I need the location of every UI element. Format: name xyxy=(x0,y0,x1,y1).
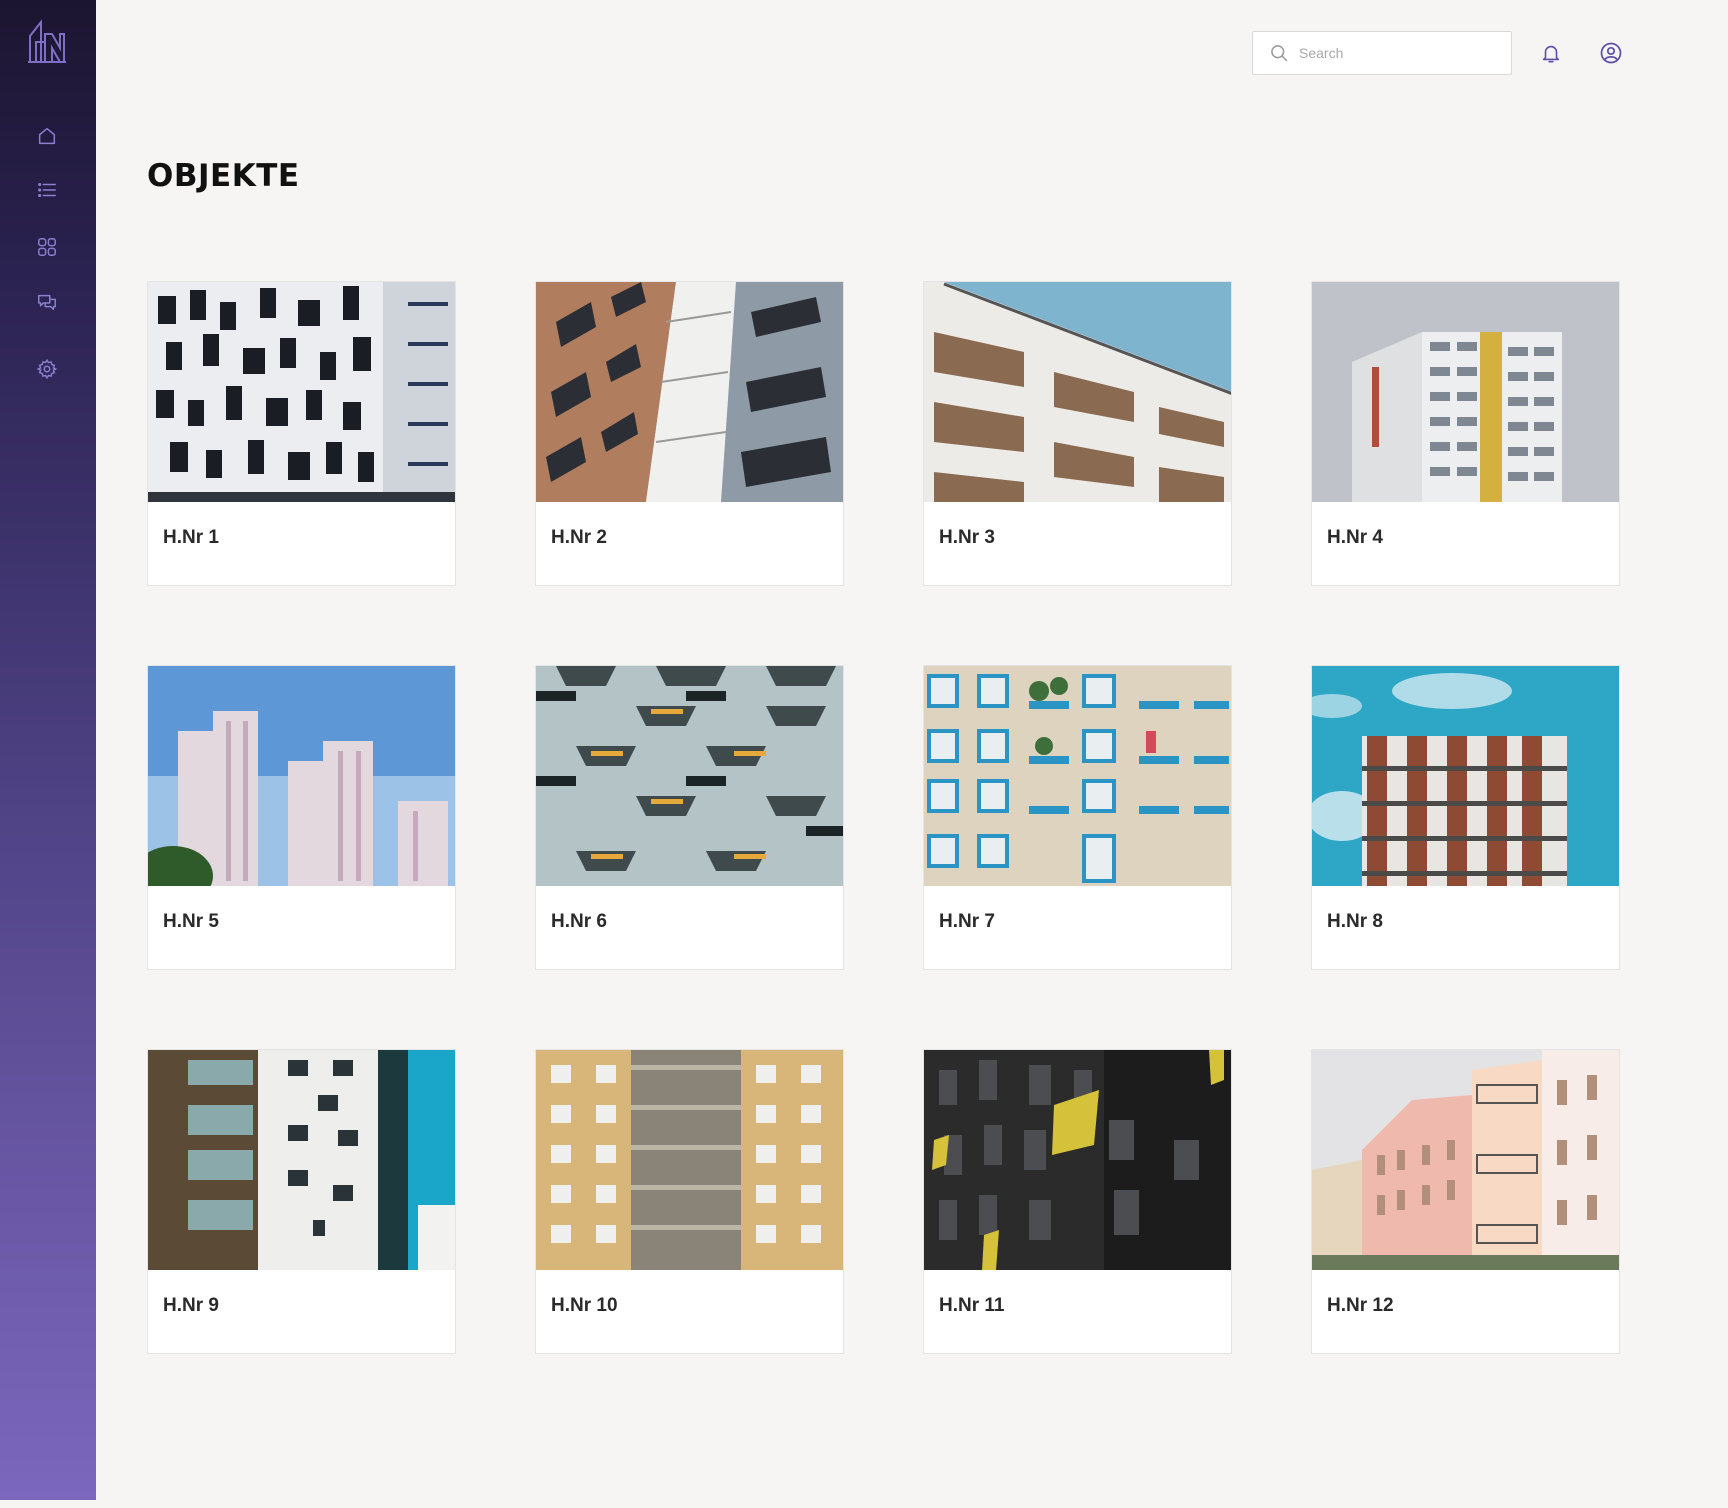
object-label: H.Nr 5 xyxy=(163,911,219,932)
sidebar-item-messages[interactable] xyxy=(34,290,60,316)
building-photo xyxy=(148,282,455,502)
sidebar xyxy=(0,0,96,1500)
search-icon xyxy=(1271,45,1288,62)
object-label: H.Nr 12 xyxy=(1327,1295,1394,1316)
list-icon xyxy=(38,182,56,198)
building-photo xyxy=(536,282,843,502)
gear-icon xyxy=(36,358,58,380)
building-photo xyxy=(148,1050,455,1270)
search-input[interactable] xyxy=(1299,45,1499,61)
object-card[interactable]: H.Nr 8 xyxy=(1311,665,1620,970)
object-label: H.Nr 4 xyxy=(1327,527,1383,548)
sidebar-item-list[interactable] xyxy=(34,177,60,203)
object-card[interactable]: H.Nr 10 xyxy=(535,1049,844,1354)
object-card[interactable]: H.Nr 9 xyxy=(147,1049,456,1354)
object-label: H.Nr 2 xyxy=(551,527,607,548)
building-photo xyxy=(924,666,1231,886)
object-card[interactable]: H.Nr 12 xyxy=(1311,1049,1620,1354)
building-photo xyxy=(536,666,843,886)
user-circle-icon xyxy=(1600,42,1622,64)
profile-button[interactable] xyxy=(1598,40,1624,66)
object-label: H.Nr 8 xyxy=(1327,911,1383,932)
object-card[interactable]: H.Nr 11 xyxy=(923,1049,1232,1354)
object-card[interactable]: H.Nr 1 xyxy=(147,281,456,586)
object-label: H.Nr 11 xyxy=(939,1295,1005,1316)
building-photo xyxy=(924,1050,1231,1270)
object-card[interactable]: H.Nr 2 xyxy=(535,281,844,586)
object-card[interactable]: H.Nr 3 xyxy=(923,281,1232,586)
sidebar-item-grid[interactable] xyxy=(34,234,60,260)
building-photo xyxy=(148,666,455,886)
object-card[interactable]: H.Nr 6 xyxy=(535,665,844,970)
building-photo xyxy=(536,1050,843,1270)
sidebar-item-home[interactable] xyxy=(34,123,60,149)
object-label: H.Nr 9 xyxy=(163,1295,219,1316)
building-photo xyxy=(1312,666,1619,886)
object-card[interactable]: H.Nr 4 xyxy=(1311,281,1620,586)
object-card[interactable]: H.Nr 7 xyxy=(923,665,1232,970)
notification-button[interactable] xyxy=(1538,40,1564,66)
search-bar[interactable] xyxy=(1252,31,1512,75)
bell-icon xyxy=(1542,45,1560,63)
object-label: H.Nr 10 xyxy=(551,1295,618,1316)
sidebar-item-settings[interactable] xyxy=(34,356,60,382)
chat-icon xyxy=(38,294,56,311)
building-photo xyxy=(1312,282,1619,502)
page-title: OBJEKTE xyxy=(147,158,300,194)
building-photo xyxy=(924,282,1231,502)
building-logo[interactable] xyxy=(27,18,67,64)
home-icon xyxy=(38,127,56,145)
object-label: H.Nr 7 xyxy=(939,911,995,932)
building-photo xyxy=(1312,1050,1619,1270)
object-card[interactable]: H.Nr 5 xyxy=(147,665,456,970)
object-label: H.Nr 3 xyxy=(939,527,995,548)
object-label: H.Nr 6 xyxy=(551,911,607,932)
object-label: H.Nr 1 xyxy=(163,527,219,548)
grid-icon xyxy=(38,238,56,256)
